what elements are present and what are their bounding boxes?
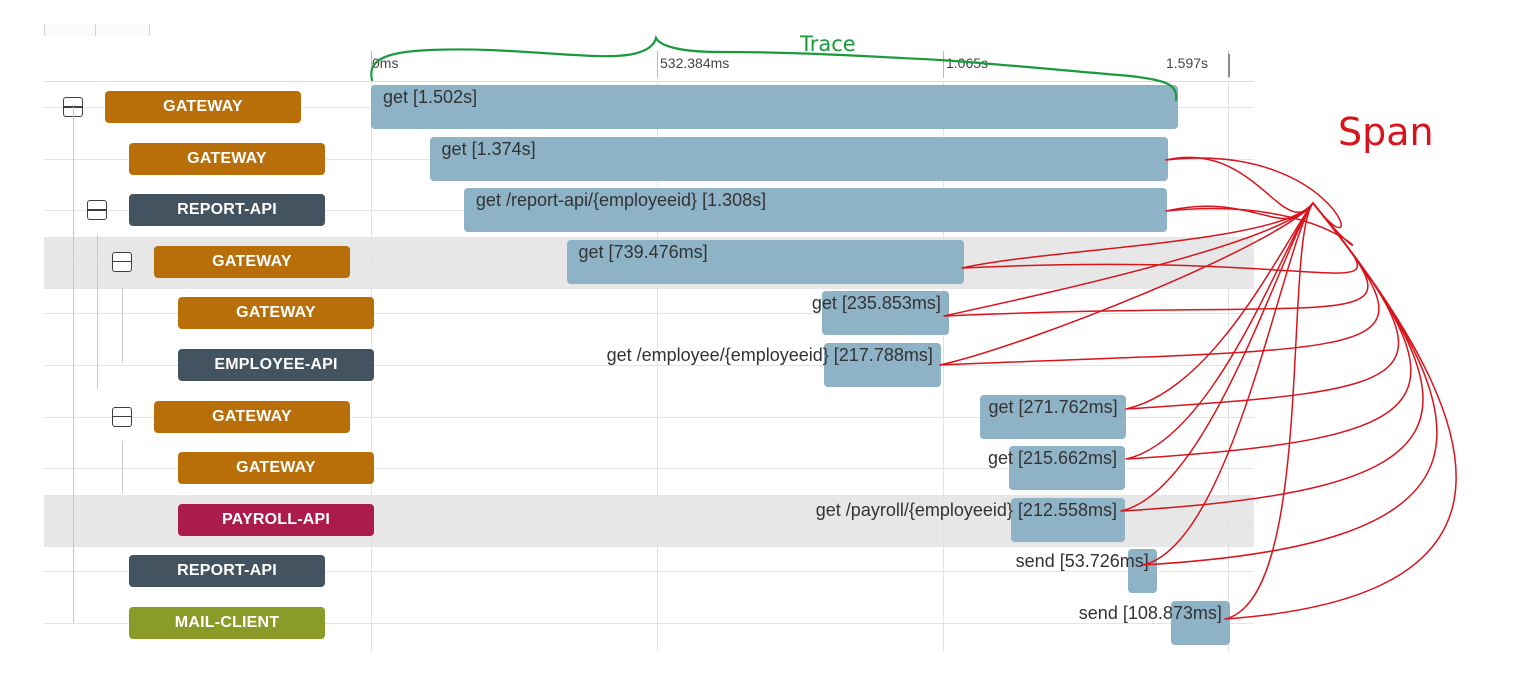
span-annotation-label: Span (1338, 110, 1434, 154)
span-leader-line (939, 201, 1380, 366)
span-leader-line (1165, 156, 1342, 229)
trace-brace (370, 34, 1178, 102)
trace-timeline-view: 0ms 532.384ms 1.065s 1.597s GATEWAY GATEW… (0, 0, 1521, 686)
handwritten-annotations (370, 34, 1457, 620)
trace-annotation-label: Trace (800, 32, 856, 56)
span-leader-line (1125, 201, 1400, 410)
span-leader-line (1120, 201, 1424, 512)
